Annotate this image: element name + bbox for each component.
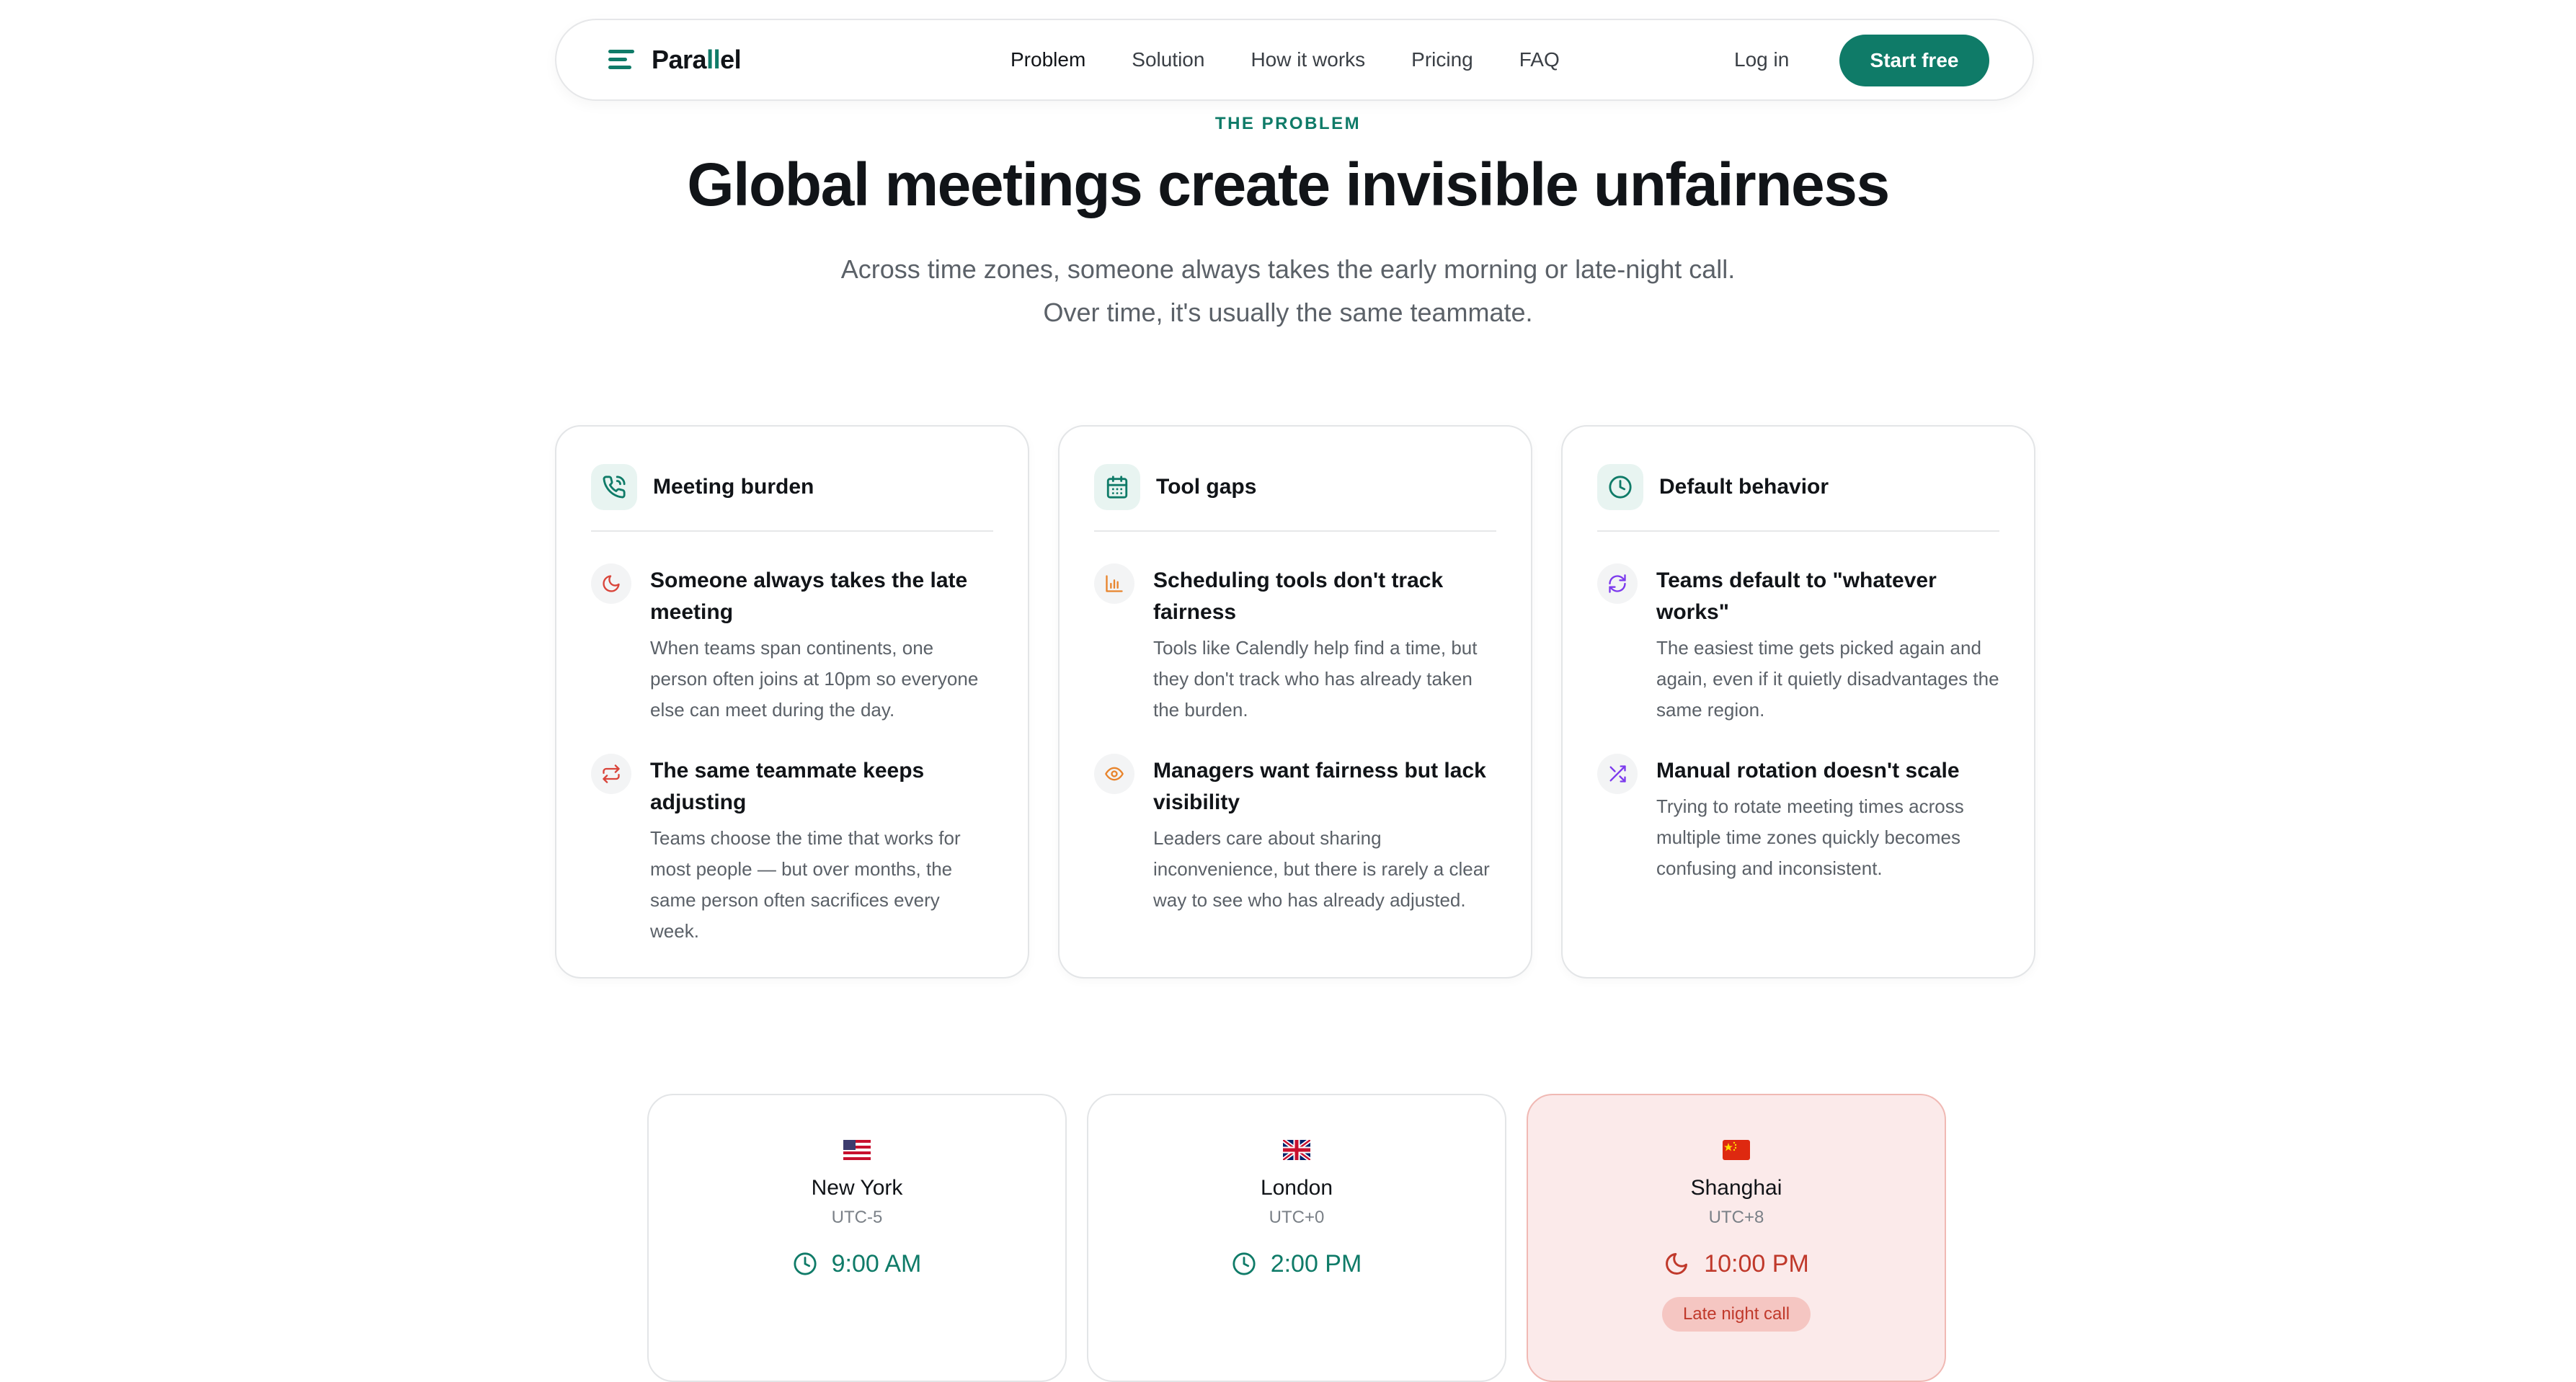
local-time: 10:00 PM <box>1528 1247 1945 1281</box>
bar-chart-icon <box>1094 563 1134 604</box>
uk-flag-icon <box>1088 1140 1505 1160</box>
timezone-card-new-york: New York UTC-5 9:00 AM <box>647 1094 1067 1382</box>
item-body: Teams choose the time that works for mos… <box>650 827 961 942</box>
city-name: London <box>1260 1176 1333 1200</box>
card-meeting-burden: Meeting burden Someone always takes the … <box>555 425 1029 978</box>
utc-offset: UTC+8 <box>1708 1208 1764 1227</box>
nav-link-faq[interactable]: FAQ <box>1519 48 1560 71</box>
login-link[interactable]: Log in <box>1734 20 1789 99</box>
time-value: 9:00 AM <box>831 1249 922 1278</box>
card-title: Default behavior <box>1659 475 1829 499</box>
us-flag-icon <box>649 1140 1065 1160</box>
item-title: Teams default to "whatever works" <box>1656 569 1937 624</box>
moon-icon <box>1666 1253 1688 1275</box>
local-time: 9:00 AM <box>649 1247 1065 1281</box>
moon-icon <box>591 563 631 604</box>
divider <box>1597 530 1999 532</box>
utc-offset: UTC-5 <box>831 1208 883 1227</box>
card-tool-gaps: Tool gaps Scheduling tools don't track f… <box>1058 425 1532 978</box>
local-time: 2:00 PM <box>1088 1247 1505 1281</box>
top-nav: Parallel Problem Solution How it works P… <box>555 19 2034 101</box>
item-title: Scheduling tools don't track fairness <box>1153 569 1444 624</box>
shuffle-icon <box>1597 754 1638 794</box>
item-title: The same teammate keeps adjusting <box>650 759 925 814</box>
item-title: Someone always takes the late meeting <box>650 569 968 624</box>
menu-lines-icon <box>608 50 634 70</box>
nav-link-how-it-works[interactable]: How it works <box>1251 48 1365 71</box>
logo-text: Parallel <box>652 45 742 74</box>
subtitle-line: Over time, it's usually the same teammat… <box>1043 298 1533 327</box>
nav-links: Problem Solution How it works Pricing FA… <box>1011 20 1606 99</box>
item-title: Managers want fairness but lack visibili… <box>1153 759 1486 814</box>
page-title: Global meetings create invisible unfairn… <box>687 151 1890 218</box>
divider <box>1094 530 1496 532</box>
city-name: New York <box>811 1176 903 1200</box>
nav-link-problem[interactable]: Problem <box>1011 48 1085 71</box>
calendar-icon <box>1094 464 1140 510</box>
utc-offset: UTC+0 <box>1269 1208 1325 1227</box>
logo[interactable]: Parallel <box>608 20 742 99</box>
start-free-button[interactable]: Start free <box>1839 35 1989 86</box>
divider <box>591 530 993 532</box>
nav-link-solution[interactable]: Solution <box>1132 48 1204 71</box>
cn-flag-icon <box>1528 1140 1945 1160</box>
refresh-icon <box>1597 563 1638 604</box>
card-title: Tool gaps <box>1156 475 1257 499</box>
card-title: Meeting burden <box>653 475 814 499</box>
time-value: 2:00 PM <box>1270 1249 1362 1278</box>
late-night-badge: Late night call <box>1662 1297 1811 1332</box>
city-name: Shanghai <box>1690 1176 1782 1200</box>
item-body: Tools like Calendly help find a time, bu… <box>1153 637 1478 721</box>
time-value: 10:00 PM <box>1704 1249 1809 1278</box>
item-body: Trying to rotate meeting times across mu… <box>1656 795 1964 879</box>
item-body: When teams span continents, one person o… <box>650 637 979 721</box>
phone-icon <box>591 464 637 510</box>
clock-icon <box>1233 1252 1256 1275</box>
subtitle-line: Across time zones, someone always takes … <box>840 254 1736 284</box>
item-body: Leaders care about sharing inconvenience… <box>1153 827 1490 911</box>
page-subtitle: Across time zones, someone always takes … <box>0 248 2576 334</box>
timezone-card-shanghai: Shanghai UTC+8 10:00 PM Late night call <box>1527 1094 1946 1382</box>
eye-icon <box>1094 754 1134 794</box>
clock-icon <box>794 1252 817 1275</box>
card-default-behavior: Default behavior Teams default to "whate… <box>1561 425 2035 978</box>
clock-icon <box>1597 464 1643 510</box>
swap-icon <box>591 754 631 794</box>
nav-link-pricing[interactable]: Pricing <box>1411 48 1473 71</box>
section-eyebrow: THE PROBLEM <box>1214 114 1362 133</box>
timezone-card-london: London UTC+0 2:00 PM <box>1087 1094 1506 1382</box>
item-body: The easiest time gets picked again and a… <box>1656 637 1999 721</box>
item-title: Manual rotation doesn't scale <box>1656 759 1960 783</box>
